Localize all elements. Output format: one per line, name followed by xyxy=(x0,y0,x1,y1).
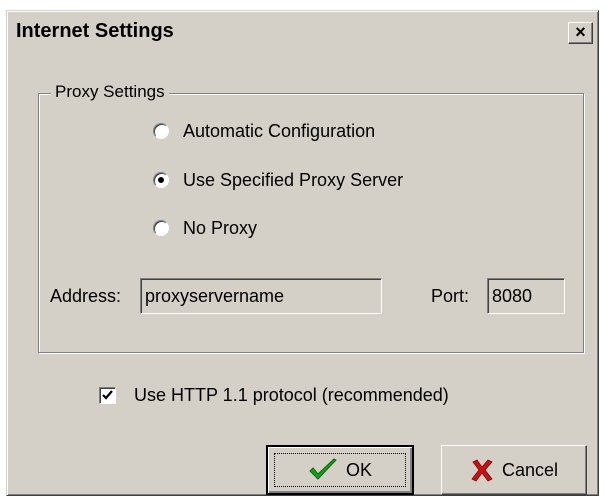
radio-label: No Proxy xyxy=(183,217,258,238)
red-x-icon xyxy=(470,458,494,482)
proxy-settings-legend: Proxy Settings xyxy=(51,82,169,102)
focus-ring xyxy=(274,453,406,487)
radio-button[interactable] xyxy=(153,220,169,236)
port-label: Port: xyxy=(431,286,470,306)
ok-button[interactable]: OK xyxy=(266,445,414,495)
cancel-button[interactable]: Cancel xyxy=(441,445,587,495)
radio-automatic-configuration[interactable]: Automatic Configuration xyxy=(153,119,375,143)
address-input[interactable]: proxyservername xyxy=(140,278,382,314)
cancel-label: Cancel xyxy=(501,459,559,480)
dialog-title: Internet Settings xyxy=(16,20,174,42)
internet-settings-dialog: Internet Settings × Proxy Settings Autom… xyxy=(6,10,599,496)
http11-checkbox[interactable] xyxy=(99,386,116,404)
radio-label: Use Specified Proxy Server xyxy=(183,169,404,190)
radio-button-selected[interactable] xyxy=(153,172,169,188)
ok-label: OK xyxy=(345,459,372,480)
radio-label: Automatic Configuration xyxy=(183,120,376,141)
http11-checkbox-row[interactable]: Use HTTP 1.1 protocol (recommended) xyxy=(99,383,449,407)
title-bar[interactable]: Internet Settings × xyxy=(10,14,595,50)
radio-use-specified-proxy[interactable]: Use Specified Proxy Server xyxy=(153,168,403,192)
radio-button[interactable] xyxy=(153,123,169,139)
http11-label: Use HTTP 1.1 protocol (recommended) xyxy=(134,384,449,405)
port-input[interactable]: 8080 xyxy=(487,278,565,314)
address-label: Address: xyxy=(50,286,122,306)
close-button[interactable]: × xyxy=(568,22,593,44)
close-icon: × xyxy=(575,22,586,42)
checkmark-icon xyxy=(102,389,113,400)
radio-no-proxy[interactable]: No Proxy xyxy=(153,216,257,240)
